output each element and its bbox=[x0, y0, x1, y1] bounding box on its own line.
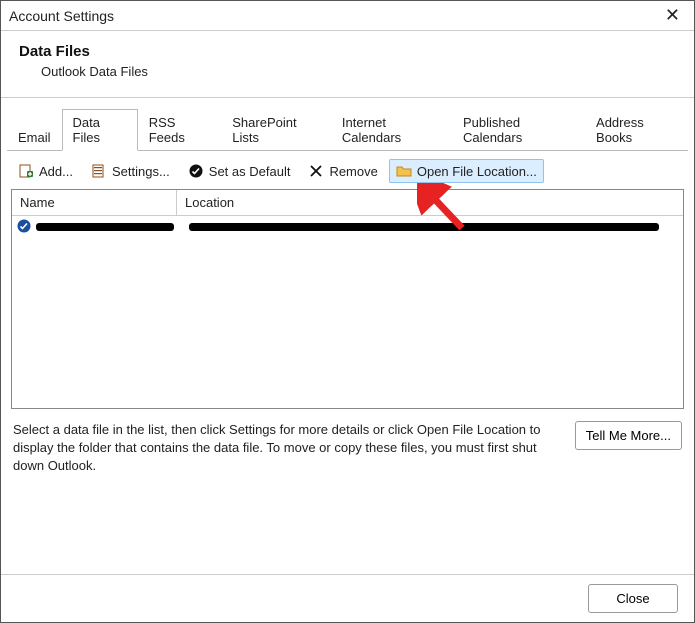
dialog-footer: Close bbox=[1, 574, 694, 622]
dialog-header: Data Files Outlook Data Files bbox=[1, 31, 694, 98]
column-location[interactable]: Location bbox=[177, 190, 683, 215]
settings-label: Settings... bbox=[112, 164, 170, 179]
column-name[interactable]: Name bbox=[12, 190, 177, 215]
toolbar: Add... Settings... Set as Default Remove… bbox=[1, 151, 694, 189]
list-item[interactable] bbox=[12, 216, 683, 236]
default-check-icon bbox=[16, 218, 32, 234]
tab-internet-calendars[interactable]: Internet Calendars bbox=[331, 109, 452, 151]
open-file-location-button[interactable]: Open File Location... bbox=[389, 159, 544, 183]
settings-button[interactable]: Settings... bbox=[84, 159, 177, 183]
tab-data-files[interactable]: Data Files bbox=[62, 109, 138, 151]
open-file-location-label: Open File Location... bbox=[417, 164, 537, 179]
close-button[interactable]: Close bbox=[588, 584, 678, 613]
check-circle-icon bbox=[188, 163, 204, 179]
tab-sharepoint-lists[interactable]: SharePoint Lists bbox=[221, 109, 331, 151]
hint-row: Select a data file in the list, then cli… bbox=[1, 409, 694, 476]
row-name-redacted bbox=[36, 219, 181, 234]
tab-address-books[interactable]: Address Books bbox=[585, 109, 688, 151]
remove-x-icon bbox=[308, 163, 324, 179]
remove-button[interactable]: Remove bbox=[301, 159, 384, 183]
add-file-icon bbox=[18, 163, 34, 179]
set-default-label: Set as Default bbox=[209, 164, 291, 179]
tab-strip: Email Data Files RSS Feeds SharePoint Li… bbox=[1, 98, 694, 150]
page-title: Data Files bbox=[19, 43, 676, 60]
tab-published-calendars[interactable]: Published Calendars bbox=[452, 109, 585, 151]
row-location-redacted bbox=[181, 219, 679, 234]
page-subtitle: Outlook Data Files bbox=[41, 64, 676, 79]
close-icon[interactable]: ✕ bbox=[659, 5, 686, 26]
remove-label: Remove bbox=[329, 164, 377, 179]
settings-icon bbox=[91, 163, 107, 179]
tab-email[interactable]: Email bbox=[7, 124, 62, 151]
tab-rss-feeds[interactable]: RSS Feeds bbox=[138, 109, 222, 151]
data-files-list[interactable]: Name Location bbox=[11, 189, 684, 409]
tell-me-more-button[interactable]: Tell Me More... bbox=[575, 421, 682, 450]
window-title: Account Settings bbox=[9, 8, 114, 24]
list-header: Name Location bbox=[12, 190, 683, 216]
add-label: Add... bbox=[39, 164, 73, 179]
titlebar: Account Settings ✕ bbox=[1, 1, 694, 31]
set-default-button[interactable]: Set as Default bbox=[181, 159, 298, 183]
add-button[interactable]: Add... bbox=[11, 159, 80, 183]
hint-text: Select a data file in the list, then cli… bbox=[13, 421, 543, 476]
folder-open-icon bbox=[396, 163, 412, 179]
